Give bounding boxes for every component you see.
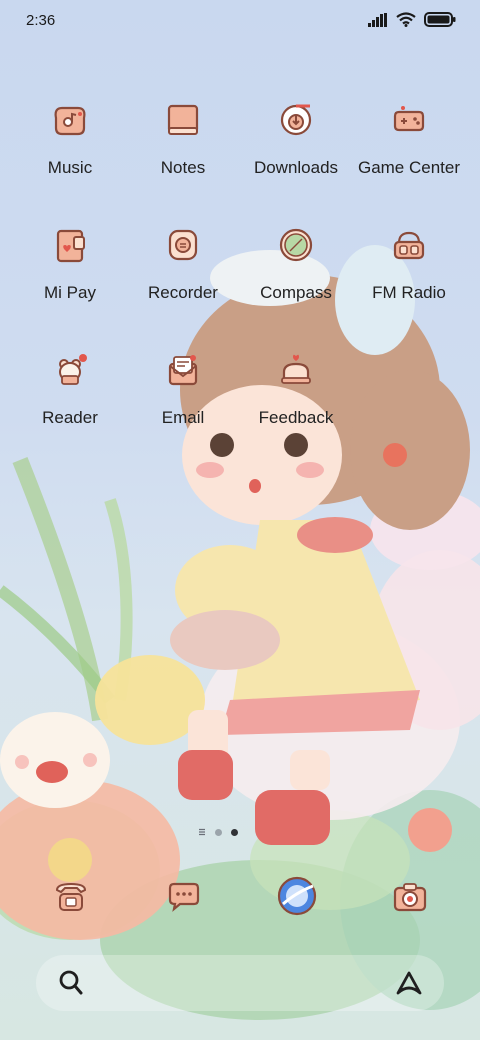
app-label: Downloads bbox=[253, 158, 339, 177]
app-label: Mi Pay bbox=[44, 283, 96, 302]
app-label: Notes bbox=[160, 158, 206, 177]
app-label: Music bbox=[47, 158, 93, 177]
home-screen: 2:36 Music Notes Downloads Game Center M… bbox=[0, 0, 480, 1040]
dock-messages[interactable] bbox=[156, 868, 212, 924]
app-email[interactable]: Email bbox=[125, 342, 241, 428]
dock-phone[interactable] bbox=[43, 868, 99, 924]
reader-icon bbox=[42, 342, 98, 398]
dock-browser[interactable] bbox=[269, 868, 325, 924]
signal-icon bbox=[368, 12, 387, 27]
status-time: 2:36 bbox=[26, 12, 56, 29]
message-icon bbox=[168, 882, 200, 912]
compass-icon bbox=[268, 217, 324, 273]
gamepad-icon bbox=[381, 92, 437, 148]
battery-icon bbox=[424, 12, 456, 27]
page-dot-active[interactable] bbox=[231, 828, 238, 836]
app-fm-radio[interactable]: FM Radio bbox=[351, 217, 467, 303]
app-label: FM Radio bbox=[372, 283, 446, 302]
app-label: Email bbox=[161, 408, 205, 427]
app-reader[interactable]: Reader bbox=[12, 342, 128, 428]
app-recorder[interactable]: Recorder bbox=[125, 217, 241, 303]
app-game-center[interactable]: Game Center bbox=[351, 92, 467, 178]
app-compass[interactable]: Compass bbox=[238, 217, 354, 303]
app-label: Game Center bbox=[357, 158, 461, 177]
camera-icon bbox=[393, 883, 427, 912]
status-bar: 2:36 bbox=[0, 0, 480, 40]
app-mi-pay[interactable]: Mi Pay bbox=[12, 217, 128, 303]
feedback-icon bbox=[268, 342, 324, 398]
assistant-icon[interactable] bbox=[394, 969, 424, 997]
app-notes[interactable]: Notes bbox=[125, 92, 241, 178]
app-label: Feedback bbox=[258, 408, 334, 427]
dock-camera[interactable] bbox=[382, 868, 438, 924]
app-label: Reader bbox=[42, 408, 98, 427]
browser-icon bbox=[277, 876, 317, 916]
wifi-icon bbox=[396, 12, 416, 27]
search-icon[interactable] bbox=[58, 969, 84, 997]
app-downloads[interactable]: Downloads bbox=[238, 92, 354, 178]
list-view-icon bbox=[199, 828, 205, 836]
wallet-icon bbox=[42, 217, 98, 273]
app-label: Compass bbox=[260, 283, 332, 302]
phone-icon bbox=[55, 882, 87, 911]
search-bar[interactable] bbox=[36, 955, 444, 1011]
recorder-icon bbox=[155, 217, 211, 273]
app-feedback[interactable]: Feedback bbox=[238, 342, 354, 428]
page-dot[interactable] bbox=[215, 828, 222, 836]
envelope-icon bbox=[155, 342, 211, 398]
notes-icon bbox=[155, 92, 211, 148]
page-indicator[interactable] bbox=[198, 828, 238, 836]
app-music[interactable]: Music bbox=[12, 92, 128, 178]
downloads-icon bbox=[268, 92, 324, 148]
music-icon bbox=[42, 92, 98, 148]
radio-icon bbox=[381, 217, 437, 273]
app-label: Recorder bbox=[148, 283, 218, 302]
